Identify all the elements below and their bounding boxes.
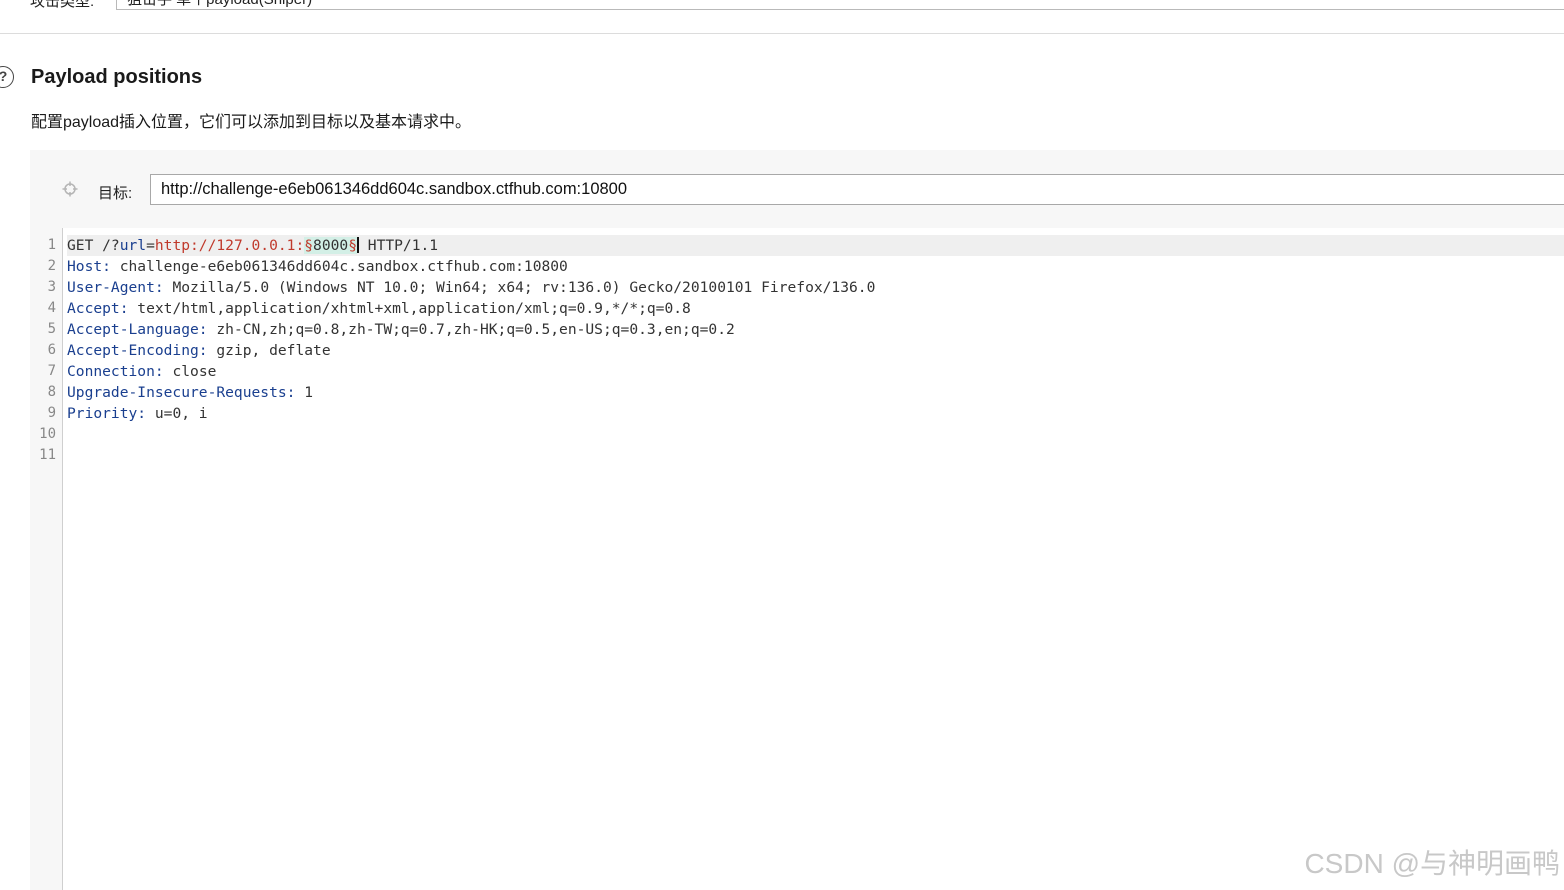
http-version: HTTP/1.1 (359, 237, 439, 254)
line-number: 6 (47, 342, 56, 358)
target-label: 目标: (98, 185, 133, 202)
header-line[interactable]: Host: challenge-e6eb061346dd604c.sandbox… (67, 256, 1564, 277)
header-value: zh-CN,zh;q=0.8,zh-TW;q=0.7,zh-HK;q=0.5,e… (207, 321, 735, 338)
header-colon: : (154, 363, 164, 380)
header-line[interactable]: Upgrade-Insecure-Requests: 1 (67, 382, 1564, 403)
header-name: Priority (67, 405, 138, 422)
request-code[interactable]: GET /?url=http://127.0.0.1:§8000§ HTTP/1… (67, 235, 1564, 466)
header-value: gzip, deflate (207, 342, 331, 359)
line-number: 11 (39, 447, 56, 463)
header-colon: : (102, 258, 111, 275)
help-icon[interactable]: ? (0, 66, 14, 88)
line-number: 8 (47, 384, 56, 400)
attack-type-label: 攻击类型: (30, 0, 95, 10)
payload-value: 8000 (313, 237, 349, 254)
line-number: 5 (47, 321, 56, 337)
header-value: close (163, 363, 217, 380)
query-param-value: http://127.0.0.1: (154, 237, 305, 254)
section-description: 配置payload插入位置，它们可以添加到目标以及基本请求中。 (31, 114, 472, 131)
header-name: Accept-Language (67, 321, 199, 338)
query-equals: = (146, 237, 155, 254)
intruder-positions-page: 攻击类型: 狙击手 单个payload(Sniper) ? Payload po… (0, 0, 1564, 890)
request-editor[interactable]: 1 2 3 4 5 6 7 8 9 10 11 GET /?url=http:/… (30, 228, 1564, 890)
line-number: 10 (39, 426, 56, 442)
header-name: Accept (67, 300, 120, 317)
header-line[interactable]: User-Agent: Mozilla/5.0 (Windows NT 10.0… (67, 277, 1564, 298)
header-colon: : (198, 321, 208, 338)
section-title: Payload positions (31, 66, 203, 88)
watermark: CSDN @与神明画鸭 (1304, 848, 1560, 879)
header-value: 1 (295, 384, 314, 401)
request-method-path: GET /? (67, 237, 120, 254)
header-colon: : (198, 342, 208, 359)
empty-line[interactable] (67, 445, 1564, 466)
header-name: Host (67, 258, 103, 275)
header-name: Accept-Encoding (67, 342, 199, 359)
attack-type-row: 攻击类型: 狙击手 单个payload(Sniper) (0, 0, 1564, 34)
header-name: Upgrade-Insecure-Requests (67, 384, 287, 401)
header-value: challenge-e6eb061346dd604c.sandbox.ctfhu… (110, 258, 568, 275)
header-value: u=0, i (146, 405, 208, 422)
header-colon: : (154, 279, 164, 296)
payload-marker-start: § (304, 237, 314, 254)
line-number: 1 (47, 237, 56, 253)
line-number: 3 (47, 279, 56, 295)
header-name: Connection (67, 363, 155, 380)
header-name: User-Agent (67, 279, 155, 296)
line-number: 7 (47, 363, 56, 379)
header-line[interactable]: Accept-Language: zh-CN,zh;q=0.8,zh-TW;q=… (67, 319, 1564, 340)
header-value: text/html,application/xhtml+xml,applicat… (128, 300, 691, 317)
header-line[interactable]: Accept: text/html,application/xhtml+xml,… (67, 298, 1564, 319)
query-param-key: url (119, 237, 147, 254)
request-line[interactable]: GET /?url=http://127.0.0.1:§8000§ HTTP/1… (67, 235, 1564, 256)
line-number: 9 (47, 405, 56, 421)
target-panel: 目标: (30, 150, 1564, 228)
line-number: 2 (47, 258, 56, 274)
header-value: Mozilla/5.0 (Windows NT 10.0; Win64; x64… (163, 279, 876, 296)
header-colon: : (137, 405, 147, 422)
header-line[interactable]: Connection: close (67, 361, 1564, 382)
line-number-gutter: 1 2 3 4 5 6 7 8 9 10 11 (30, 228, 63, 890)
line-number: 4 (47, 300, 56, 316)
attack-type-select[interactable]: 狙击手 单个payload(Sniper) (116, 0, 1564, 10)
header-colon: : (119, 300, 129, 317)
header-line[interactable]: Priority: u=0, i (67, 403, 1564, 424)
target-url-input[interactable] (150, 174, 1564, 205)
payload-position[interactable]: §8000§ (304, 237, 357, 254)
empty-line[interactable] (67, 424, 1564, 445)
header-line[interactable]: Accept-Encoding: gzip, deflate (67, 340, 1564, 361)
crosshair-icon (62, 181, 78, 197)
payload-marker-end: § (348, 237, 357, 254)
